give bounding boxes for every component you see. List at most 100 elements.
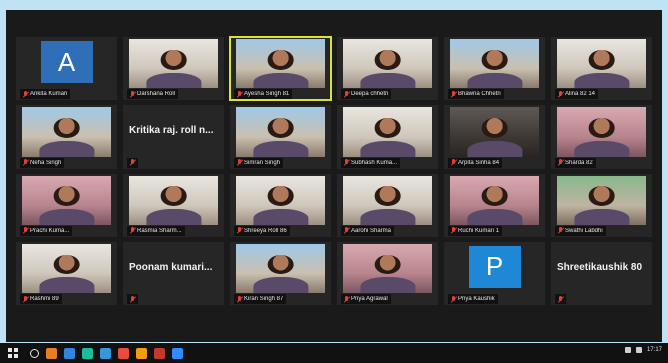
- participant-name: Ruchi Kumari 1: [458, 227, 500, 234]
- person-head: [267, 49, 294, 70]
- person-head: [588, 118, 615, 138]
- participant-label: Priya Agrawal: [341, 294, 391, 304]
- participant-avatar: P: [468, 245, 521, 288]
- participant-tile[interactable]: Kiran Singh 87: [230, 241, 331, 305]
- participant-tile[interactable]: Rasmia Sharm...: [123, 173, 224, 237]
- person-body: [573, 209, 630, 225]
- muted-mic-icon: [344, 159, 349, 166]
- person-body: [252, 277, 309, 293]
- media-icon[interactable]: [118, 347, 129, 359]
- muted-mic-icon: [130, 90, 135, 98]
- participant-tile[interactable]: P Priya Kaushik: [444, 241, 545, 305]
- participant-tile[interactable]: Rashmi 89: [16, 241, 117, 305]
- participant-label: Swathi Labdhi: [555, 225, 606, 236]
- participant-name: Deepa chhetri: [351, 91, 389, 98]
- participant-tile[interactable]: Alina 82 14: [551, 37, 652, 101]
- volume-icon[interactable]: [635, 347, 642, 353]
- folder-icon[interactable]: [136, 347, 147, 359]
- person-body: [573, 72, 630, 89]
- muted-mic-icon: [130, 159, 135, 166]
- participant-name: Darshana Roll: [137, 91, 176, 98]
- person-body: [38, 277, 95, 293]
- muted-mic-icon: [237, 90, 242, 98]
- participant-label: Bhawna Chhetri: [448, 89, 504, 100]
- participant-tile[interactable]: Priya Agrawal: [337, 241, 438, 305]
- app-icon[interactable]: [154, 347, 165, 359]
- store-icon[interactable]: [82, 347, 93, 359]
- person-body: [466, 72, 523, 89]
- participant-tile[interactable]: Ayesha Singh 81: [229, 35, 332, 102]
- participant-label: Darshana Roll: [127, 89, 179, 100]
- person-body: [252, 72, 309, 89]
- participant-name: Bhawna Chhetri: [458, 91, 501, 98]
- muted-mic-icon: [451, 295, 456, 303]
- zoom-app-icon[interactable]: [172, 347, 183, 359]
- start-icon[interactable]: [8, 348, 18, 358]
- search-icon[interactable]: [30, 348, 39, 358]
- person-head: [374, 186, 401, 207]
- participant-tile[interactable]: Bhawna Chhetri: [444, 37, 545, 101]
- participant-name-display: Poonam kumari...: [129, 261, 213, 273]
- participant-tile[interactable]: Arpita Sinha 84: [444, 105, 545, 169]
- participant-name: Alina 82 14: [565, 91, 596, 98]
- muted-mic-icon: [344, 227, 349, 234]
- participant-label: Priya Kaushik: [448, 294, 498, 304]
- participant-tile[interactable]: Darshana Roll: [123, 37, 224, 101]
- muted-mic-icon: [558, 227, 563, 234]
- person-body: [38, 209, 95, 225]
- person-head: [588, 186, 615, 207]
- participant-video: [343, 243, 432, 293]
- participant-tile[interactable]: Kritika raj. roll n...: [123, 105, 224, 169]
- participant-tile[interactable]: Simran Singh: [230, 105, 331, 169]
- participant-label: Ayesha Singh 81: [234, 89, 293, 100]
- network-icon[interactable]: [624, 347, 631, 353]
- person-head: [160, 49, 187, 70]
- participant-video: [557, 107, 646, 157]
- participant-label: Arpita Sinha 84: [448, 157, 503, 168]
- participant-label: Rasmia Sharm...: [127, 225, 185, 236]
- person-body: [145, 72, 202, 89]
- person-head: [374, 49, 401, 70]
- participant-name: Priya Kaushik: [458, 296, 495, 302]
- participant-label: Ruchi Kumari 1: [448, 225, 503, 236]
- participant-label: [555, 294, 566, 304]
- person-head: [267, 118, 294, 138]
- participant-tile[interactable]: Shreetikaushik 80: [551, 241, 652, 305]
- muted-mic-icon: [23, 227, 28, 234]
- participant-name: Prachi Kuma...: [30, 227, 70, 234]
- participant-tile[interactable]: Poonam kumari...: [123, 241, 224, 305]
- participant-name: Arpita Sinha 84: [458, 159, 500, 166]
- mail-icon[interactable]: [100, 347, 111, 359]
- participant-tile[interactable]: Aarohi Sharma: [337, 173, 438, 237]
- person-head: [53, 118, 80, 138]
- person-head: [53, 186, 80, 207]
- participant-video: [129, 39, 218, 89]
- muted-mic-icon: [130, 227, 135, 234]
- participant-video: [22, 243, 111, 293]
- participant-tile[interactable]: Subhash Kuma...: [337, 105, 438, 169]
- participant-tile[interactable]: A Ankita Kumari: [16, 37, 117, 101]
- participant-tile[interactable]: Ruchi Kumari 1: [444, 173, 545, 237]
- participant-tile[interactable]: Deepa chhetri: [337, 37, 438, 101]
- person-body: [145, 209, 202, 225]
- participant-video: [236, 107, 325, 157]
- participant-tile[interactable]: Swathi Labdhi: [551, 173, 652, 237]
- participant-name: Kiran Singh 87: [244, 296, 284, 302]
- participant-name: Ayesha Singh 81: [244, 91, 290, 98]
- participant-name: Simran Singh: [244, 159, 281, 166]
- participant-video: [129, 175, 218, 225]
- browser-icon[interactable]: [64, 347, 75, 359]
- participant-video: [236, 175, 325, 225]
- participant-label: Simran Singh: [234, 157, 284, 168]
- participant-tile[interactable]: Prachi Kuma...: [16, 173, 117, 237]
- muted-mic-icon: [130, 295, 135, 303]
- participant-tile[interactable]: Neha Singh: [16, 105, 117, 169]
- participant-tile[interactable]: Shreeya Roll 86: [230, 173, 331, 237]
- clock[interactable]: 17:17: [647, 347, 662, 353]
- file-explorer-icon[interactable]: [46, 347, 57, 359]
- participant-label: Ankita Kumari: [20, 89, 71, 100]
- participant-tile[interactable]: Sharda 82: [551, 105, 652, 169]
- person-body: [252, 140, 309, 157]
- person-head: [53, 254, 80, 275]
- person-head: [267, 186, 294, 207]
